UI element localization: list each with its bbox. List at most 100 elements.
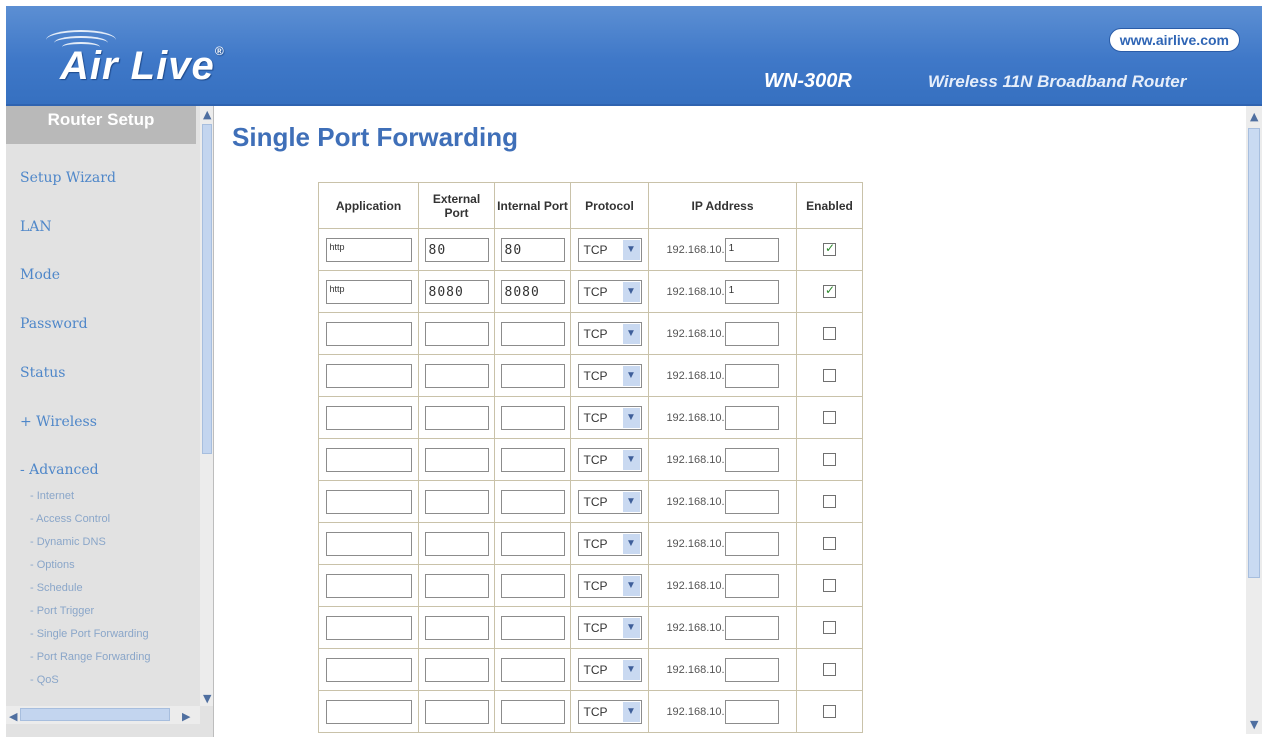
scroll-up-icon[interactable]: ▲ xyxy=(203,108,211,121)
ip-last-octet-input[interactable]: 1 xyxy=(724,237,779,262)
internal-port-input[interactable] xyxy=(500,531,565,556)
protocol-select[interactable]: TCP ▼ xyxy=(577,657,642,682)
scroll-down-icon[interactable]: ▼ xyxy=(203,692,211,705)
external-port-input[interactable]: 80 xyxy=(424,237,489,262)
protocol-select[interactable]: TCP ▼ xyxy=(577,321,642,346)
external-port-input[interactable] xyxy=(424,363,489,388)
enabled-checkbox[interactable] xyxy=(823,579,836,592)
ip-last-octet-input[interactable] xyxy=(724,489,779,514)
external-port-input[interactable] xyxy=(424,447,489,472)
application-input[interactable] xyxy=(325,615,412,640)
enabled-checkbox[interactable] xyxy=(823,663,836,676)
application-input[interactable]: http xyxy=(325,279,412,304)
nav-sub-access-control[interactable]: - Access Control xyxy=(30,513,110,525)
ip-last-octet-input[interactable] xyxy=(724,615,779,640)
ip-last-octet-input[interactable] xyxy=(724,405,779,430)
external-port-input[interactable] xyxy=(424,321,489,346)
external-port-input[interactable] xyxy=(424,405,489,430)
application-input[interactable]: http xyxy=(325,237,412,262)
nav-sub-single-port-forwarding[interactable]: - Single Port Forwarding xyxy=(30,628,149,640)
ip-last-octet-input[interactable] xyxy=(724,363,779,388)
external-port-input[interactable] xyxy=(424,657,489,682)
enabled-checkbox[interactable] xyxy=(823,411,836,424)
nav-sub-options[interactable]: - Options xyxy=(30,559,75,571)
nav-sub-dynamic-dns[interactable]: - Dynamic DNS xyxy=(30,536,106,548)
scroll-right-icon[interactable]: ▶ xyxy=(182,710,190,723)
nav-sub-port-range-forwarding[interactable]: - Port Range Forwarding xyxy=(30,651,150,663)
application-input[interactable] xyxy=(325,531,412,556)
enabled-checkbox[interactable] xyxy=(823,241,836,256)
protocol-select[interactable]: TCP ▼ xyxy=(577,405,642,430)
nav-setup-wizard[interactable]: Setup Wizard xyxy=(20,170,116,186)
website-link[interactable]: www.airlive.com xyxy=(1108,28,1240,52)
sidebar-hscroll-thumb[interactable] xyxy=(20,708,170,721)
enabled-checkbox[interactable] xyxy=(823,621,836,634)
external-port-input[interactable] xyxy=(424,573,489,598)
internal-port-input[interactable] xyxy=(500,615,565,640)
enabled-checkbox[interactable] xyxy=(823,453,836,466)
internal-port-input[interactable] xyxy=(500,321,565,346)
chevron-down-icon[interactable]: ▼ xyxy=(622,617,640,638)
nav-sub-schedule[interactable]: - Schedule xyxy=(30,582,83,594)
ip-last-octet-input[interactable] xyxy=(724,699,779,724)
internal-port-input[interactable] xyxy=(500,699,565,724)
external-port-input[interactable] xyxy=(424,531,489,556)
ip-last-octet-input[interactable] xyxy=(724,657,779,682)
chevron-down-icon[interactable]: ▼ xyxy=(622,281,640,302)
ip-last-octet-input[interactable]: 1 xyxy=(724,279,779,304)
ip-last-octet-input[interactable] xyxy=(724,573,779,598)
nav-status[interactable]: Status xyxy=(20,365,65,381)
application-input[interactable] xyxy=(325,699,412,724)
protocol-select[interactable]: TCP ▼ xyxy=(577,363,642,388)
application-input[interactable] xyxy=(325,321,412,346)
external-port-input[interactable] xyxy=(424,489,489,514)
main-scroll-thumb[interactable] xyxy=(1248,128,1260,578)
scroll-down-icon[interactable]: ▼ xyxy=(1250,718,1258,731)
internal-port-input[interactable]: 8080 xyxy=(500,279,565,304)
application-input[interactable] xyxy=(325,405,412,430)
application-input[interactable] xyxy=(325,447,412,472)
enabled-checkbox[interactable] xyxy=(823,369,836,382)
chevron-down-icon[interactable]: ▼ xyxy=(622,533,640,554)
chevron-down-icon[interactable]: ▼ xyxy=(622,407,640,428)
nav-sub-qos[interactable]: - QoS xyxy=(30,674,59,686)
application-input[interactable] xyxy=(325,657,412,682)
application-input[interactable] xyxy=(325,573,412,598)
ip-last-octet-input[interactable] xyxy=(724,447,779,472)
internal-port-input[interactable] xyxy=(500,489,565,514)
protocol-select[interactable]: TCP ▼ xyxy=(577,615,642,640)
nav-advanced[interactable]: - Advanced xyxy=(20,462,99,478)
external-port-input[interactable] xyxy=(424,699,489,724)
chevron-down-icon[interactable]: ▼ xyxy=(622,323,640,344)
application-input[interactable] xyxy=(325,363,412,388)
external-port-input[interactable] xyxy=(424,615,489,640)
external-port-input[interactable]: 8080 xyxy=(424,279,489,304)
enabled-checkbox[interactable] xyxy=(823,705,836,718)
enabled-checkbox[interactable] xyxy=(823,537,836,550)
enabled-checkbox[interactable] xyxy=(823,327,836,340)
nav-mode[interactable]: Mode xyxy=(20,267,60,283)
chevron-down-icon[interactable]: ▼ xyxy=(622,701,640,722)
chevron-down-icon[interactable]: ▼ xyxy=(622,239,640,260)
nav-sub-internet[interactable]: - Internet xyxy=(30,490,74,502)
chevron-down-icon[interactable]: ▼ xyxy=(622,449,640,470)
internal-port-input[interactable] xyxy=(500,405,565,430)
enabled-checkbox[interactable] xyxy=(823,283,836,298)
internal-port-input[interactable]: 80 xyxy=(500,237,565,262)
chevron-down-icon[interactable]: ▼ xyxy=(622,491,640,512)
chevron-down-icon[interactable]: ▼ xyxy=(622,575,640,596)
ip-last-octet-input[interactable] xyxy=(724,321,779,346)
protocol-select[interactable]: TCP ▼ xyxy=(577,531,642,556)
sidebar-scroll-thumb[interactable] xyxy=(202,124,212,454)
protocol-select[interactable]: TCP ▼ xyxy=(577,699,642,724)
protocol-select[interactable]: TCP ▼ xyxy=(577,573,642,598)
scroll-up-icon[interactable]: ▲ xyxy=(1250,110,1258,123)
chevron-down-icon[interactable]: ▼ xyxy=(622,659,640,680)
application-input[interactable] xyxy=(325,489,412,514)
internal-port-input[interactable] xyxy=(500,447,565,472)
chevron-down-icon[interactable]: ▼ xyxy=(622,365,640,386)
nav-sub-port-trigger[interactable]: - Port Trigger xyxy=(30,605,94,617)
internal-port-input[interactable] xyxy=(500,657,565,682)
protocol-select[interactable]: TCP ▼ xyxy=(577,237,642,262)
nav-wireless[interactable]: + Wireless xyxy=(20,414,97,430)
